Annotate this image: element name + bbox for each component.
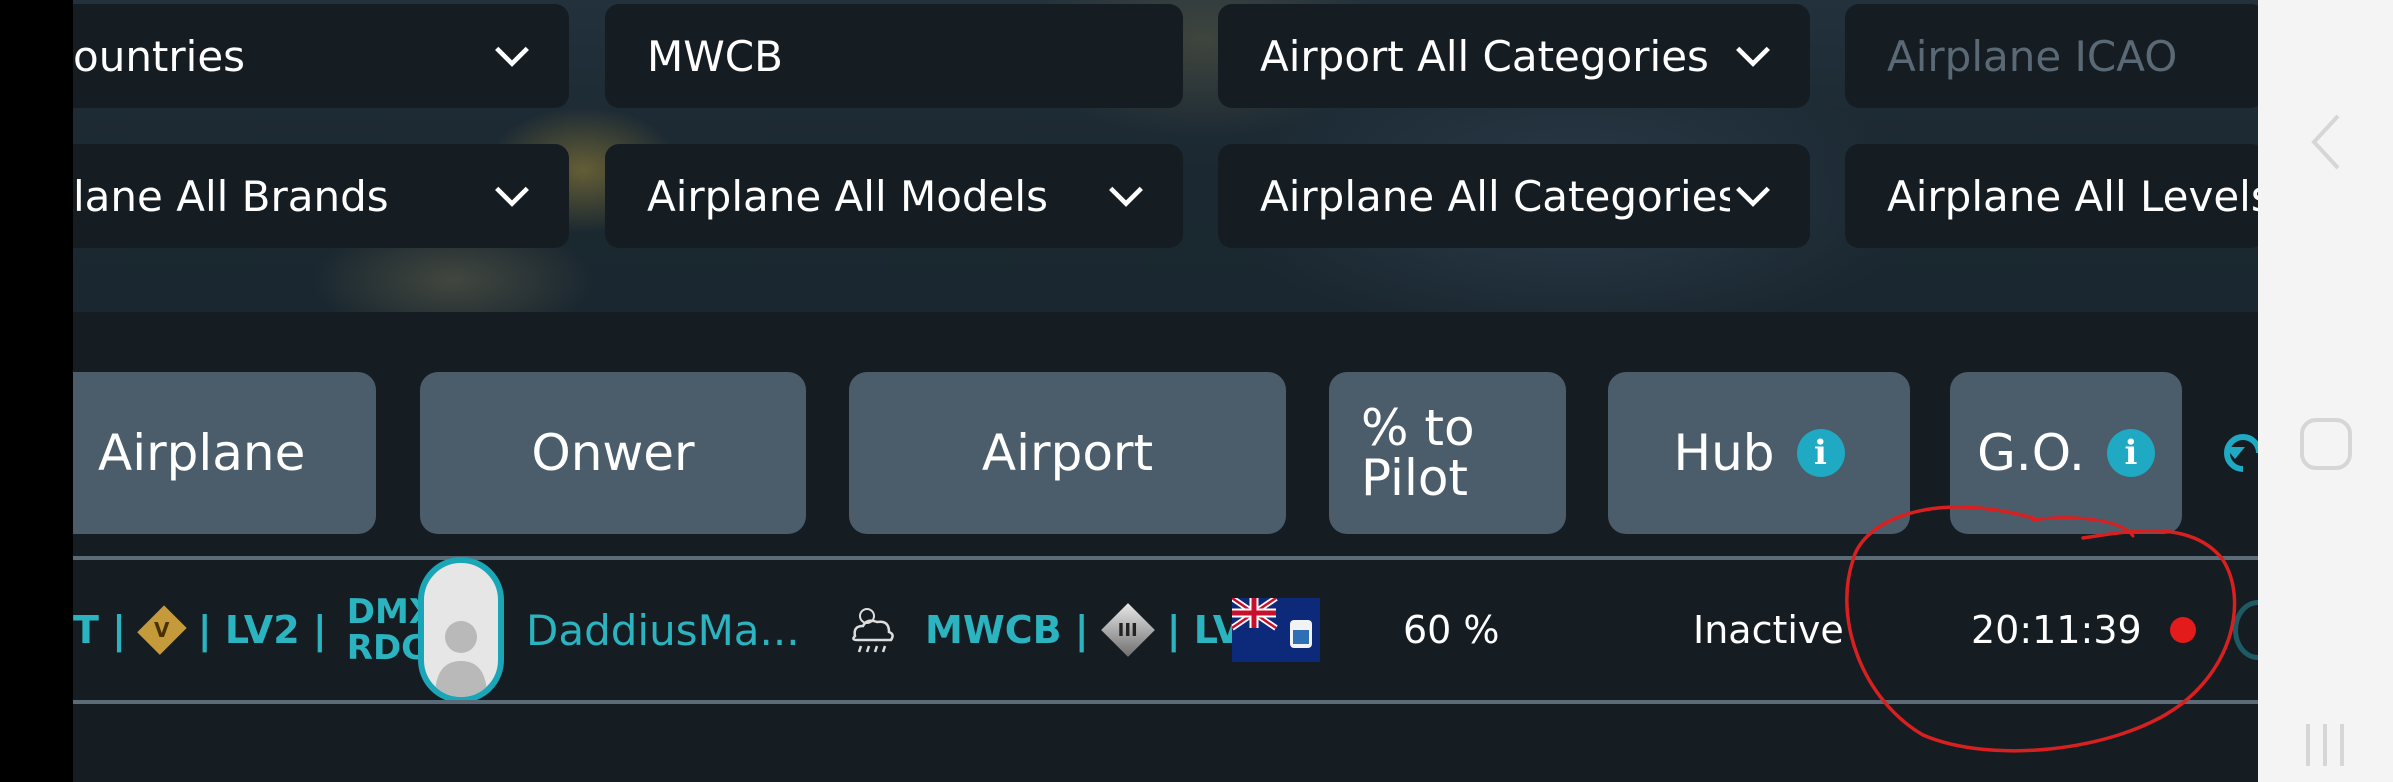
status-dot <box>2169 617 2196 643</box>
column-airplane-label: Airplane <box>98 424 306 482</box>
airplane-brand-select[interactable]: lane All Brands <box>73 144 569 248</box>
chevron-down-icon <box>495 186 529 207</box>
table-row[interactable]: T | V | LV2 | DMX- RDCT6 DaddiusMa... MW… <box>73 557 2258 703</box>
airplane-model-select[interactable]: Airplane All Models <box>605 144 1183 248</box>
column-go[interactable]: G.O. i <box>1950 372 2182 534</box>
airport-search-input[interactable]: MWCB <box>605 4 1183 108</box>
airplane-badge-icon: V <box>137 605 187 655</box>
table-divider <box>73 700 2258 704</box>
go-time: 20:11:39 <box>1971 608 2142 652</box>
row-action-button[interactable] <box>2233 600 2258 660</box>
row-airplane-cell[interactable]: T | V | LV2 | DMX- RDCT6 <box>73 560 473 700</box>
airplane-category-label: Airplane All Categories <box>1260 171 1730 221</box>
column-hub[interactable]: Hub i <box>1608 372 1910 534</box>
airplane-model-label: Airplane All Models <box>647 171 1048 221</box>
airplane-icao-input[interactable]: Airplane ICAO <box>1845 4 2258 108</box>
country-select-label: ountries <box>73 31 246 81</box>
cloud-rain-icon <box>852 608 894 653</box>
airport-badge-text: III <box>1117 619 1138 641</box>
column-pct-label-line2: Pilot <box>1361 449 1469 507</box>
back-icon[interactable] <box>2308 112 2344 172</box>
column-owner-label: Onwer <box>531 424 695 482</box>
airplane-prefix: T | <box>73 608 127 652</box>
row-owner-cell[interactable]: DaddiusMa... <box>418 557 858 703</box>
chevron-down-icon <box>1736 46 1770 67</box>
info-icon[interactable]: i <box>2106 429 2155 477</box>
refresh-icon[interactable] <box>2223 425 2258 481</box>
avatar[interactable] <box>418 557 504 703</box>
recent-apps-icon[interactable] <box>2300 720 2350 770</box>
airport-code: MWCB | <box>925 608 1089 652</box>
chevron-down-icon <box>1109 186 1143 207</box>
airplane-category-select[interactable]: Airplane All Categories <box>1218 144 1810 248</box>
row-pct-cell: 60 % <box>1403 560 1603 700</box>
column-owner[interactable]: Onwer <box>420 372 806 534</box>
home-icon[interactable] <box>2298 416 2354 472</box>
airplane-icao-placeholder: Airplane ICAO <box>1887 31 2178 81</box>
airport-category-label: Airport All Categories <box>1260 31 1709 81</box>
airplane-level-select[interactable]: Airplane All Levels <box>1845 144 2258 248</box>
column-pct-to-pilot[interactable]: % to Pilot <box>1329 372 1566 534</box>
app-window: ountries MWCB Airport All Categories Air… <box>73 0 2258 782</box>
airport-badge-icon: III <box>1100 603 1155 657</box>
airplane-level-label: Airplane All Levels <box>1887 171 2258 221</box>
airport-level: | LV <box>1166 608 1243 652</box>
country-select[interactable]: ountries <box>73 4 569 108</box>
owner-name[interactable]: DaddiusMa... <box>526 606 800 655</box>
airport-search-value: MWCB <box>647 31 783 81</box>
row-airport-cell[interactable]: MWCB | III | LV <box>845 560 1345 700</box>
hub-status: Inactive <box>1693 608 1844 652</box>
column-airport[interactable]: Airport <box>849 372 1286 534</box>
airplane-badge-text: V <box>154 617 170 642</box>
airport-category-select[interactable]: Airport All Categories <box>1218 4 1810 108</box>
flag-icon <box>1232 598 1321 662</box>
info-icon[interactable]: i <box>1796 429 1845 477</box>
chevron-down-icon <box>495 46 529 67</box>
column-airplane[interactable]: Airplane <box>73 372 376 534</box>
row-go-cell: 20:11:39 <box>1971 560 2231 700</box>
column-hub-label: Hub <box>1673 424 1775 482</box>
column-go-label: G.O. <box>1977 424 2085 482</box>
airplane-brand-label: lane All Brands <box>73 171 389 221</box>
airplane-level: | LV2 | <box>197 608 327 652</box>
column-airport-label: Airport <box>981 424 1154 482</box>
column-pct-label-line1: % to <box>1361 399 1475 457</box>
chevron-down-icon <box>1736 186 1770 207</box>
row-hub-cell: Inactive <box>1693 560 1893 700</box>
person-icon <box>435 621 487 697</box>
pct-value: 60 % <box>1403 608 1500 652</box>
system-nav-bar <box>2258 0 2393 782</box>
